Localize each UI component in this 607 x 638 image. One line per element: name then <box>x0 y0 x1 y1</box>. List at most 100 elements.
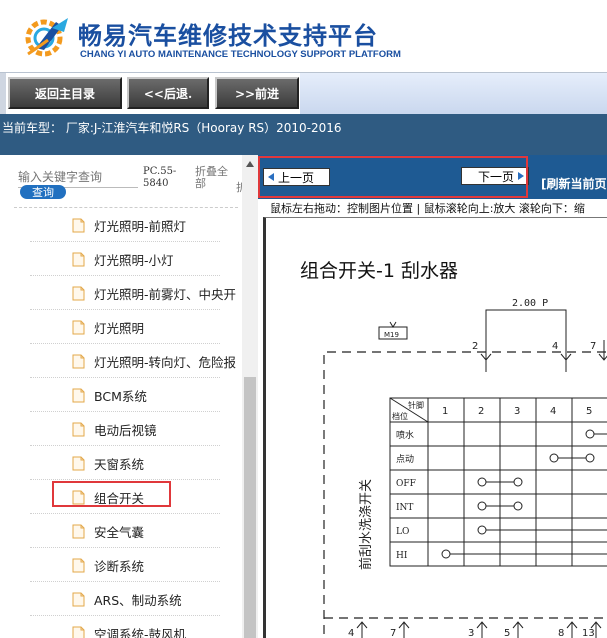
diagram-drawing: 2.00 P M19 2 4 7 前刮水洗涤开关 针脚档位 1 2 3 4 5 喷水点动 OFF INT LO… <box>323 298 607 638</box>
tree-item[interactable]: 灯光照明-转向灯、危险报 <box>72 349 236 373</box>
tree-divider <box>30 513 220 514</box>
document-icon <box>72 286 85 300</box>
tree-divider <box>30 581 220 582</box>
document-icon <box>72 456 85 470</box>
bottom-terminal-arrow <box>476 621 488 638</box>
tree-item[interactable]: 电动后视镜 <box>72 417 157 441</box>
document-viewer: 上一页 下一页 [刷新当前页 鼠标左右拖动：控制图片位置 | 鼠标滚轮向上:放大… <box>258 155 607 638</box>
switch-vertical-label: 前刮水洗涤开关 <box>358 479 374 570</box>
brand-title: 畅易汽车维修技术支持平台 <box>78 22 378 50</box>
bottom-terminal-label: 13 <box>582 628 595 638</box>
toolbar-edge <box>0 73 6 115</box>
wiring-diagram[interactable]: 组合开关-1 刮水器 2.00 P M19 2 4 7 前刮水洗涤开关 针脚 档位 1 2 3 4 5 喷… <box>263 217 607 638</box>
tree-item[interactable]: 灯光照明-前雾灯、中央开 <box>72 281 236 305</box>
pc-code: PC.55-5840 <box>143 166 177 189</box>
document-icon <box>72 422 85 436</box>
tree-item[interactable]: 灯光照明 <box>72 315 144 339</box>
continuity-node <box>585 429 595 439</box>
tree-item-label: ARS、制动系统 <box>94 592 182 608</box>
main-toolbar: 返回主目录 <<后退. >>前进 <box>0 72 607 115</box>
tree-item-label: 灯光照明-前照灯 <box>94 218 187 234</box>
sidebar-scrollbar[interactable] <box>242 155 258 638</box>
position-label: 点动 <box>396 454 414 465</box>
top-terminal-arrow <box>560 340 572 361</box>
tree-item-label: 天窗系统 <box>94 456 145 472</box>
vehicle-bar: 当前车型： 厂家:J-江淮汽车和悦RS（Hooray RS）2010-2016 <box>0 114 607 155</box>
table-header-position: 档位 <box>392 411 408 421</box>
document-icon <box>72 524 85 538</box>
document-icon <box>72 218 85 232</box>
tree-item[interactable]: 诊断系统 <box>72 553 144 577</box>
bottom-terminal-label: 4 <box>348 628 354 638</box>
tree-item-label: 灯光照明 <box>94 320 145 336</box>
bottom-terminal-arrow <box>566 621 578 638</box>
table-header-pin: 针脚 <box>408 400 424 410</box>
bottom-terminal-label: 5 <box>504 628 510 638</box>
current-vehicle-value: 厂家:J-江淮汽车和悦RS（Hooray RS）2010-2016 <box>65 121 342 135</box>
position-label: OFF <box>396 479 416 489</box>
pin-number: 4 <box>550 406 556 417</box>
bottom-terminal-label: 7 <box>390 628 396 638</box>
document-icon <box>72 354 85 368</box>
bottom-terminal-label: 8 <box>558 628 564 638</box>
tree-item[interactable]: 灯光照明-前照灯 <box>72 213 186 237</box>
tree-divider <box>30 377 220 378</box>
scroll-thumb[interactable] <box>244 377 256 638</box>
toolbar-strip <box>300 73 607 115</box>
top-terminal-label: 2 <box>472 341 478 352</box>
continuity-node <box>549 453 559 463</box>
continuity-node <box>477 501 487 511</box>
forward-button[interactable]: >>前进 <box>215 77 299 109</box>
tree-divider <box>30 547 220 548</box>
tree-item-label: 电动后视镜 <box>94 422 157 438</box>
tree-item[interactable]: 灯光照明-小灯 <box>72 247 174 271</box>
refresh-page-link[interactable]: [刷新当前页 <box>541 175 607 192</box>
continuity-node <box>477 525 487 535</box>
current-vehicle-label: 当前车型： <box>2 121 63 135</box>
position-label: 喷水 <box>396 429 414 441</box>
connector-arrow <box>389 321 397 328</box>
tree-item[interactable]: BCM系统 <box>72 383 147 407</box>
fold-all-button[interactable]: 折叠全部 <box>195 166 235 190</box>
brand-logo-icon <box>25 18 68 57</box>
tree-item-label: 灯光照明-转向灯、危险报 <box>94 354 237 370</box>
tree-divider <box>30 275 220 276</box>
bottom-terminal-label: 3 <box>468 628 474 638</box>
tree-item[interactable]: 安全气囊 <box>72 519 144 543</box>
search-button[interactable]: 查询 <box>20 185 66 199</box>
tree-item[interactable]: 天窗系统 <box>72 451 144 475</box>
usage-hint: 鼠标左右拖动：控制图片位置 | 鼠标滚轮向上:放大 滚轮向下：缩 <box>270 202 585 215</box>
tree-divider <box>30 411 220 412</box>
scroll-up-arrow-icon[interactable] <box>246 161 254 167</box>
continuity-node <box>513 501 523 511</box>
bottom-terminal-arrow <box>512 621 524 638</box>
document-icon <box>72 592 85 606</box>
home-button[interactable]: 返回主目录 <box>8 77 122 109</box>
document-icon <box>72 388 85 402</box>
pin-number: 1 <box>442 406 448 417</box>
tree-item-label: 安全气囊 <box>94 524 145 540</box>
document-icon <box>72 626 85 638</box>
continuity-node <box>477 477 487 487</box>
sidebar: 查询 PC.55-5840 折叠全部 折 灯光照明-前照灯灯光照明-小灯灯光照明… <box>0 155 258 638</box>
pin-number: 3 <box>514 406 520 417</box>
tree-item[interactable]: ARS、制动系统 <box>72 587 182 611</box>
continuity-node <box>513 477 523 487</box>
tree-divider <box>30 343 220 344</box>
tree-item[interactable]: 空调系统-鼓风机 <box>72 621 186 638</box>
tree-item-label: BCM系统 <box>94 388 147 404</box>
tree-item-label: 空调系统-鼓风机 <box>94 626 187 638</box>
continuity-node <box>585 453 595 463</box>
top-terminal-arrow <box>598 340 607 361</box>
tree-divider <box>30 615 220 616</box>
connector-label: M19 <box>384 331 399 339</box>
document-icon <box>72 320 85 334</box>
tree-item-label: 灯光照明-小灯 <box>94 252 174 268</box>
position-label: LO <box>396 527 409 537</box>
document-tree: 灯光照明-前照灯 灯光照明-小灯灯光照明-前雾灯、中央开灯光照明灯光照明-转向灯、… <box>0 208 242 638</box>
document-icon <box>72 558 85 572</box>
back-button[interactable]: <<后退. <box>127 77 209 109</box>
nav-buttons-highlight <box>258 156 528 198</box>
viewer-toolbar: 上一页 下一页 [刷新当前页 <box>258 155 607 199</box>
pin-number: 5 <box>586 406 592 417</box>
